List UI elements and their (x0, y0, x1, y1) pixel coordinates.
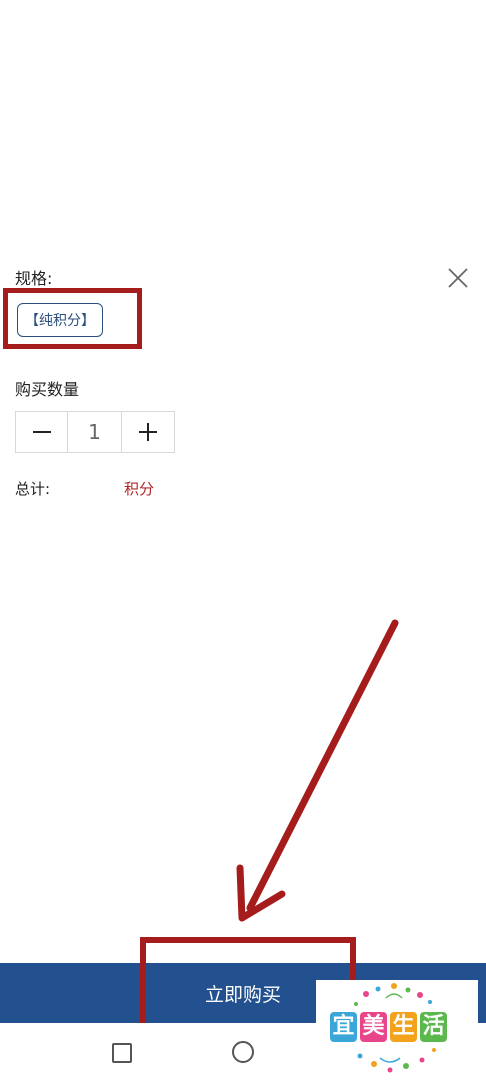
buy-now-label: 立即购买 (204, 983, 281, 1006)
plus-icon (138, 423, 157, 441)
spec-label: 规格: (15, 269, 53, 288)
quantity-stepper: 1 (15, 411, 175, 453)
minus-icon (32, 431, 51, 433)
decrease-button[interactable] (16, 412, 69, 452)
logo-char-3: 生 (390, 1012, 417, 1042)
spec-option-pure-points[interactable]: 【纯积分】 (17, 303, 103, 337)
quantity-value[interactable]: 1 (68, 412, 120, 452)
logo-char-4: 活 (420, 1012, 447, 1042)
total-value: 积分 (124, 480, 155, 498)
watermark-logo: 宜 美 生 活 (316, 980, 478, 1080)
increase-button[interactable] (120, 412, 174, 452)
logo-char-1: 宜 (330, 1012, 357, 1042)
close-icon[interactable] (446, 266, 470, 290)
circle-icon[interactable] (232, 1041, 254, 1063)
square-icon[interactable] (112, 1043, 132, 1063)
logo-char-2: 美 (360, 1012, 387, 1042)
total-label: 总计: (15, 480, 51, 498)
quantity-label: 购买数量 (15, 380, 80, 399)
annotation-arrow (236, 619, 399, 922)
